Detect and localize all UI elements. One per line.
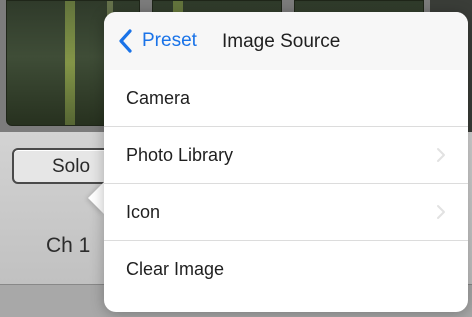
menu-item-label: Camera [126, 88, 191, 108]
menu-item-photo-library[interactable]: Photo Library [104, 127, 468, 184]
back-button[interactable]: Preset [116, 28, 197, 54]
menu-item-camera[interactable]: Camera [104, 70, 468, 127]
chevron-right-icon [437, 148, 445, 162]
chevron-right-icon [437, 205, 445, 219]
menu-item-label: Clear Image [126, 259, 225, 279]
menu-item-label: Photo Library [126, 145, 234, 165]
chevron-left-icon [119, 29, 132, 53]
back-button-label: Preset [142, 30, 197, 51]
popover-header: Preset Image Source [104, 12, 468, 70]
image-source-popover: Preset Image Source Camera Photo Library… [104, 12, 468, 312]
channel-name[interactable]: Ch 1 [46, 234, 90, 258]
menu-item-icon[interactable]: Icon [104, 184, 468, 241]
menu-item-label: Icon [126, 202, 161, 222]
popover-title: Image Source [222, 31, 341, 52]
solo-button[interactable]: Solo [12, 148, 110, 184]
popover-arrow [88, 182, 104, 214]
image-source-menu: Camera Photo Library Icon Clear Image [104, 70, 468, 298]
menu-item-clear-image[interactable]: Clear Image [104, 241, 468, 298]
